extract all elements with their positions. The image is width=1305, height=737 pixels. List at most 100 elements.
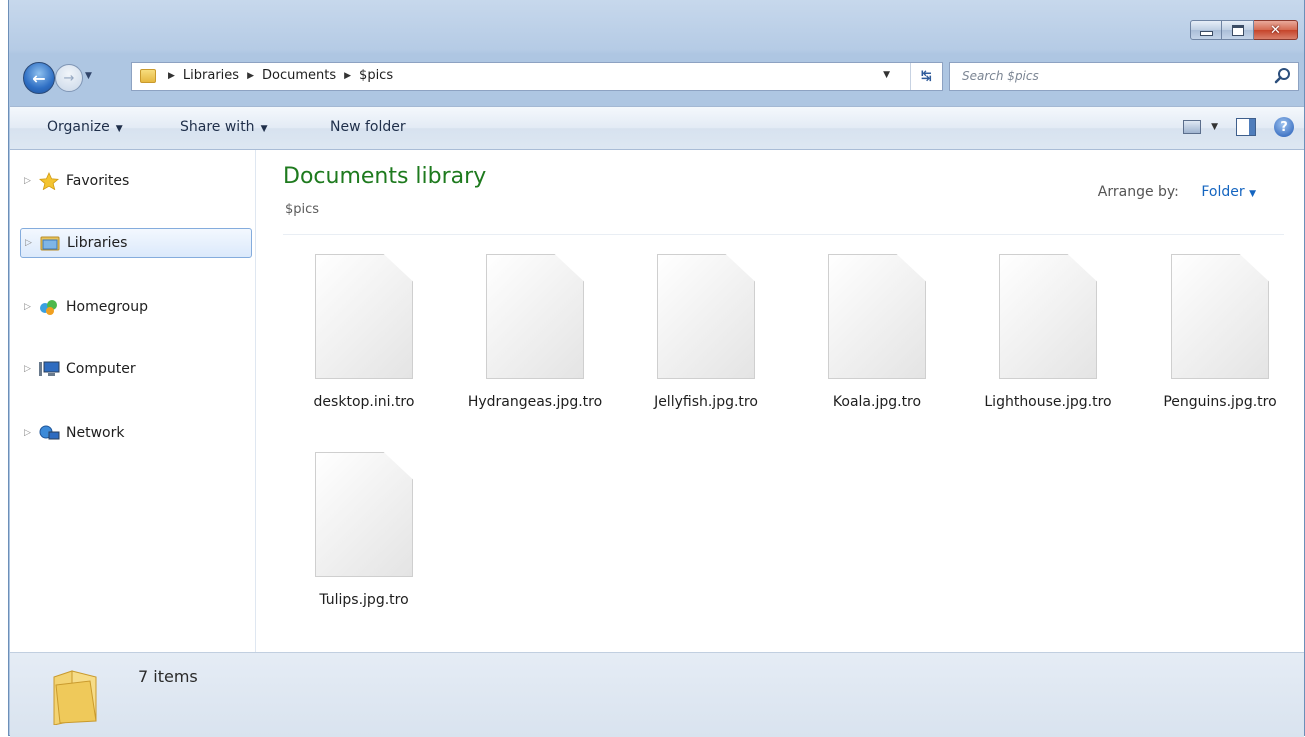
library-subtitle: $pics (285, 202, 320, 217)
libraries-icon (40, 236, 60, 251)
breadcrumb-documents[interactable]: Documents (258, 68, 340, 83)
document-icon (315, 254, 413, 379)
sidebar-item-favorites[interactable]: ▷ Favorites (20, 166, 252, 196)
preview-pane-button[interactable] (1236, 118, 1256, 136)
sidebar-item-label: Homegroup (66, 299, 149, 315)
view-controls: ▼ ? (1183, 117, 1294, 137)
content-area: ▷ Favorites ▷ Libraries ▷ Homegroup ▷ Co… (10, 150, 1304, 652)
document-icon (486, 254, 584, 379)
close-button[interactable]: ✕ (1254, 20, 1298, 40)
folder-icon (53, 670, 97, 725)
view-icon (1183, 120, 1202, 134)
change-view-button[interactable]: ▼ (1183, 120, 1218, 134)
arrange-by-dropdown[interactable]: Folder ▼ (1201, 184, 1256, 200)
file-item[interactable]: Hydrangeas.jpg.tro (459, 254, 611, 412)
navigation-bar: ← → ▼ ▶ Libraries ▶ Documents ▶ $pics ▼ … (19, 60, 1299, 94)
file-name: Jellyfish.jpg.tro (654, 394, 758, 410)
file-item[interactable]: Tulips.jpg.tro (288, 452, 440, 610)
chevron-down-icon: ▼ (260, 124, 268, 134)
file-item[interactable]: desktop.ini.tro (288, 254, 440, 412)
breadcrumb-arrow-icon[interactable]: ▶ (243, 71, 258, 81)
divider (283, 234, 1284, 235)
minimize-button[interactable] (1190, 20, 1222, 40)
new-folder-button[interactable]: New folder (330, 119, 406, 135)
sidebar-item-computer[interactable]: ▷ Computer (20, 354, 252, 384)
sidebar-item-label: Computer (66, 361, 136, 377)
details-pane: 7 items (10, 652, 1304, 737)
maximize-button[interactable] (1222, 20, 1254, 40)
arrow-right-icon: → (63, 70, 75, 86)
breadcrumb-arrow-icon[interactable]: ▶ (340, 71, 355, 81)
file-name: Tulips.jpg.tro (319, 592, 409, 608)
arrange-by-label: Arrange by: (1097, 184, 1179, 200)
search-icon[interactable] (1274, 67, 1292, 85)
sidebar-item-label: Libraries (67, 235, 128, 251)
sidebar-item-label: Favorites (66, 173, 130, 189)
close-icon: ✕ (1270, 22, 1281, 38)
forward-button[interactable]: → (55, 64, 83, 92)
file-name: Lighthouse.jpg.tro (984, 394, 1112, 410)
chevron-down-icon: ▼ (115, 124, 123, 134)
computer-icon (39, 361, 60, 376)
network-icon (39, 425, 60, 440)
document-icon (828, 254, 926, 379)
file-item[interactable]: Lighthouse.jpg.tro (972, 254, 1124, 412)
file-list-pane: Documents library $pics Arrange by: Fold… (256, 150, 1304, 652)
sidebar-item-label: Network (66, 425, 125, 441)
address-bar[interactable]: ▶ Libraries ▶ Documents ▶ $pics ▼ ↹ (131, 62, 943, 91)
navigation-pane: ▷ Favorites ▷ Libraries ▷ Homegroup ▷ Co… (10, 150, 256, 652)
chevron-down-icon: ▼ (1211, 122, 1218, 132)
sidebar-item-homegroup[interactable]: ▷ Homegroup (20, 292, 252, 322)
help-icon: ? (1280, 119, 1288, 135)
arrow-left-icon: ← (32, 68, 46, 88)
search-placeholder: Search $pics (962, 69, 1039, 83)
chevron-down-icon: ▼ (1249, 189, 1256, 199)
file-item[interactable]: Koala.jpg.tro (801, 254, 953, 412)
command-bar: Organize ▼ Share with ▼ New folder ▼ ? (10, 106, 1304, 150)
breadcrumb-arrow-icon[interactable]: ▶ (164, 71, 179, 81)
breadcrumb-libraries[interactable]: Libraries (179, 68, 243, 83)
expand-arrow-icon[interactable]: ▷ (24, 176, 38, 186)
expand-arrow-icon[interactable]: ▷ (24, 428, 38, 438)
sidebar-item-libraries[interactable]: ▷ Libraries (20, 228, 252, 258)
star-icon (38, 172, 60, 190)
address-history-dropdown-icon[interactable]: ▼ (883, 70, 890, 80)
library-title: Documents library (283, 164, 487, 189)
file-name: Koala.jpg.tro (832, 394, 922, 410)
maximize-icon (1231, 24, 1244, 36)
refresh-icon: ↹ (921, 69, 932, 84)
expand-arrow-icon[interactable]: ▷ (25, 238, 39, 248)
share-with-label: Share with (180, 119, 255, 135)
file-name: Hydrangeas.jpg.tro (467, 394, 603, 410)
document-icon (657, 254, 755, 379)
organize-label: Organize (47, 119, 110, 135)
organize-menu[interactable]: Organize ▼ (47, 119, 123, 135)
expand-arrow-icon[interactable]: ▷ (24, 302, 38, 312)
file-item[interactable]: Penguins.jpg.tro (1144, 254, 1296, 412)
breadcrumb: ▶ Libraries ▶ Documents ▶ $pics (164, 68, 397, 83)
refresh-button[interactable]: ↹ (910, 63, 942, 90)
arrange-by: Arrange by: Folder ▼ (1098, 184, 1256, 200)
breadcrumb-pics[interactable]: $pics (355, 68, 397, 83)
explorer-window: ✕ ← → ▼ ▶ Libraries ▶ Documents ▶ $pics … (8, 0, 1305, 737)
expand-arrow-icon[interactable]: ▷ (24, 364, 38, 374)
item-count: 7 items (138, 667, 198, 686)
chevron-down-icon: ▼ (85, 71, 92, 81)
recent-pages-dropdown[interactable]: ▼ (85, 71, 92, 81)
file-name: Penguins.jpg.tro (1163, 394, 1277, 410)
new-folder-label: New folder (330, 119, 406, 135)
document-icon (315, 452, 413, 577)
document-icon (1171, 254, 1269, 379)
document-icon (999, 254, 1097, 379)
folder-icon (140, 69, 156, 83)
back-button[interactable]: ← (23, 62, 55, 94)
homegroup-icon (40, 300, 57, 315)
file-name: desktop.ini.tro (313, 394, 415, 410)
minimize-icon (1199, 30, 1213, 36)
file-item[interactable]: Jellyfish.jpg.tro (630, 254, 782, 412)
help-button[interactable]: ? (1274, 117, 1294, 137)
search-box[interactable]: Search $pics (949, 62, 1299, 91)
caption-buttons: ✕ (1190, 20, 1298, 40)
sidebar-item-network[interactable]: ▷ Network (20, 418, 252, 448)
share-with-menu[interactable]: Share with ▼ (180, 119, 267, 135)
